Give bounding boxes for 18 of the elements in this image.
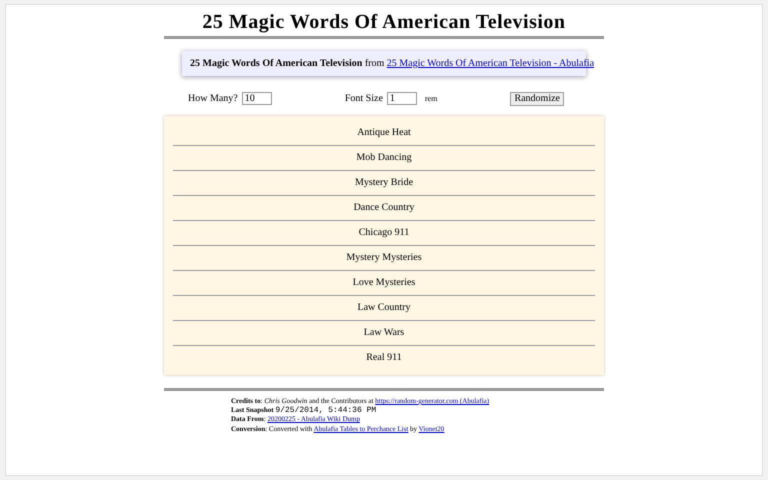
page-title: 25 Magic Words Of American Television: [164, 5, 604, 39]
source-link[interactable]: 25 Magic Words Of American Television - Abulafia: [386, 58, 594, 69]
font-size-input[interactable]: 1: [386, 92, 417, 105]
result-item: Dance Country: [173, 196, 595, 221]
result-item: Mob Dancing: [173, 146, 595, 171]
result-item: Mystery Mysteries: [173, 246, 595, 271]
font-size-label: Font Size: [344, 92, 383, 106]
how-many-input[interactable]: 10: [242, 92, 272, 105]
result-item: Antique Heat: [173, 121, 595, 146]
how-many-label: How Many?: [188, 92, 238, 106]
result-item: Law Wars: [173, 321, 595, 346]
unit-label: rem: [424, 92, 438, 104]
result-item: Chicago 911: [173, 221, 595, 246]
result-item: Law Country: [173, 296, 595, 321]
result-item: Mystery Bride: [173, 171, 595, 196]
result-item: Love Mysteries: [173, 271, 595, 296]
randomize-button[interactable]: Randomize: [510, 92, 564, 106]
result-item: Real 911: [365, 351, 403, 365]
